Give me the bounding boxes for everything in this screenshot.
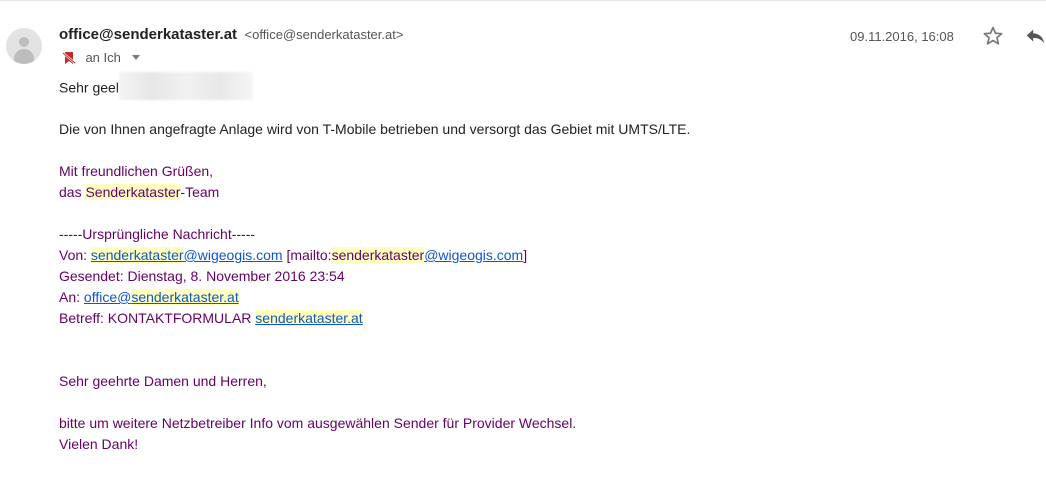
sender-name[interactable]: office@senderkataster.at [59,26,237,43]
avatar-head [19,37,29,47]
subject-label: Betreff: KONTAKTFORMULAR [59,310,256,326]
sent-line: Gesendet: Dienstag, 8. November 2016 23:… [59,268,345,284]
reply-icon[interactable] [1024,25,1046,47]
star-icon[interactable] [982,25,1004,47]
subject-link[interactable]: senderkataster.at [255,310,363,326]
message-date: 09.11.2016, 16:08 [850,29,954,44]
greeting-line: Sehr geel [59,72,253,100]
from-email-highlight: senderkataster [90,247,184,263]
closing-line-2: das Senderkataster-Team [59,183,219,201]
caret-down-icon[interactable] [132,55,141,61]
to-email-local: office@ [83,289,132,305]
from-line: Von: senderkataster@wigeogis.com [mailto… [59,246,527,264]
to-line-quoted: An: office@senderkataster.at [59,288,239,306]
avatar-icon[interactable] [6,28,42,64]
mailto-close: ] [523,247,528,263]
sender-email: <office@senderkataster.at> [244,27,404,42]
original-greeting: Sehr geehrte Damen und Herren, [59,373,267,389]
redacted-block [118,72,253,100]
recipient-line[interactable]: an Ich [62,49,141,65]
important-marker-icon[interactable] [62,51,76,65]
to-email-link[interactable]: office@senderkataster.at [84,289,239,305]
subject-line: Betreff: KONTAKTFORMULAR senderkataster.… [59,309,363,327]
greeting-text: Sehr geel [59,79,119,96]
closing-prefix: das [59,184,86,200]
mailto-domain-link[interactable]: @wigeogis.com [424,247,523,263]
to-email-highlight: senderkataster.at [131,289,239,305]
from-label: Von: [59,247,91,263]
original-request-line: bitte um weitere Netzbetreiber Info vom … [59,415,577,431]
highlight-term: Senderkataster [85,184,181,200]
sender-line: office@senderkataster.at <office@senderk… [59,26,403,44]
mailto-highlight: senderkataster [331,247,425,263]
to-label: An: [59,289,84,305]
top-divider [0,0,1046,1]
closing-suffix: -Team [180,184,220,200]
from-email-domain: @wigeogis.com [183,247,283,263]
recipient-label[interactable]: an Ich [85,50,120,65]
original-message-header: -----Ursprüngliche Nachricht----- [59,226,256,242]
from-email-link[interactable]: senderkataster@wigeogis.com [90,247,283,263]
mailto-open: [mailto: [282,247,332,263]
original-thanks-line: Vielen Dank! [59,436,139,452]
avatar-shoulders [14,49,34,64]
closing-line-1: Mit freundlichen Grüßen, [59,163,214,179]
reply-line: Die von Ihnen angefragte Anlage wird von… [59,121,691,137]
